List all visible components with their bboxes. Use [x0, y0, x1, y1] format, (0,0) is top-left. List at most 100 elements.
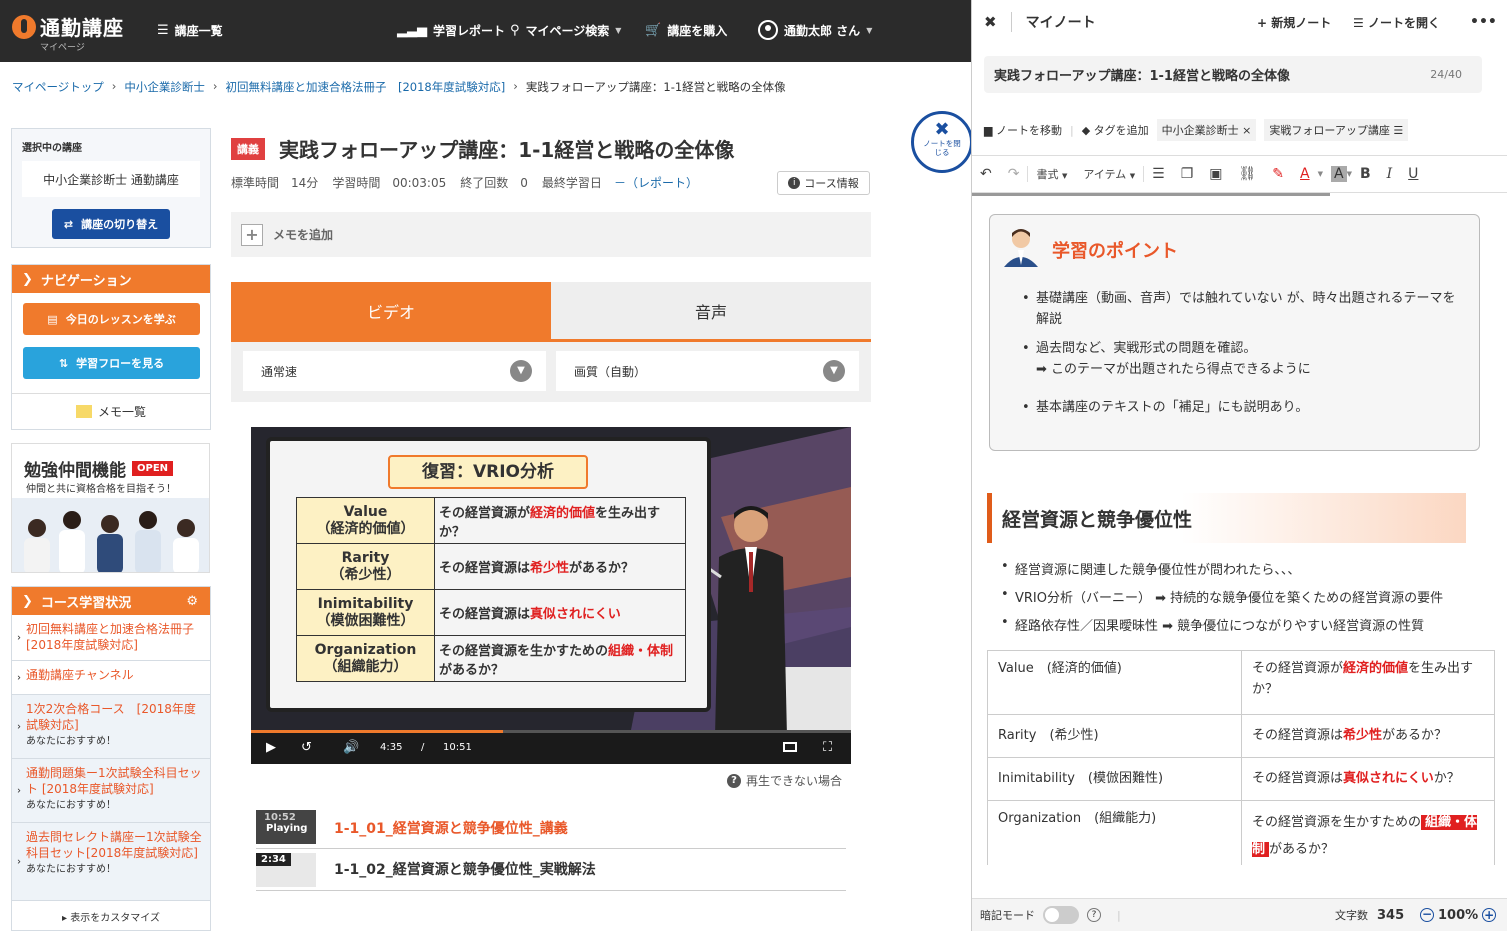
lecture-board: 復習：VRIO分析 Value （経済的価値） その経営資源が経済的価値を生み出すか…: [266, 437, 711, 712]
italic-icon[interactable]: I: [1379, 166, 1401, 182]
new-note-label: 新規ノート: [1271, 15, 1332, 30]
buy-course-link[interactable]: 🛒 講座を購入: [645, 22, 727, 39]
search-label: マイページ検索: [525, 24, 610, 38]
add-memo-bar[interactable]: + メモを追加: [231, 212, 871, 257]
tab-audio[interactable]: 音声: [551, 282, 871, 339]
chevron-circle-icon: ❯: [22, 271, 33, 287]
memorize-mode-toggle[interactable]: [1043, 906, 1079, 924]
open-note-button[interactable]: ☰ ノートを開く: [1353, 14, 1440, 31]
course-status-item[interactable]: 初回無料講座と加速合格法冊子 [2018年度試験対応]: [12, 615, 210, 661]
row-highlight: 組織・体制: [608, 643, 674, 659]
close-note-button[interactable]: ✖ ノートを閉じる: [911, 111, 973, 173]
thumbnail-duration: 10:52: [264, 812, 296, 823]
learning-point-item: 基礎講座（動画、音声）では触れていない が、時々出題されるテーマを解説: [1022, 289, 1466, 331]
row-key-jp: （経済的価値）: [316, 520, 415, 537]
theater-mode-icon[interactable]: [783, 742, 797, 752]
table-cell-key: Value (経済的価値): [987, 650, 1242, 715]
recommend-note: あなたにおすすめ！: [26, 800, 116, 812]
table-row: Organization （組織能力） その経営資源を生かすための組織・体制があるか…: [296, 635, 686, 682]
page-title: 実践フォローアップ講座：1-1経営と戦略の全体像: [279, 138, 735, 162]
add-tag-button[interactable]: ◆ タグを追加: [1082, 122, 1149, 138]
course-status-item[interactable]: 過去問セレクト講座ー1次試験全科目セット[2018年度試験対応] あなたにおすすめ…: [12, 823, 210, 901]
new-note-button[interactable]: + 新規ノート: [1257, 14, 1331, 31]
row-highlight: 経済的価値: [530, 505, 596, 521]
close-icon[interactable]: ×: [1239, 124, 1251, 137]
help-icon[interactable]: ?: [1087, 908, 1101, 922]
zoom-out-icon[interactable]: −: [1420, 908, 1434, 922]
cell-text: があるか？: [1269, 842, 1335, 858]
course-info-button[interactable]: i コース情報: [777, 171, 870, 195]
open-note-label: ノートを開く: [1367, 15, 1440, 30]
list-icon[interactable]: ☰: [1390, 124, 1403, 137]
today-lesson-button[interactable]: ▤ 今日のレッスンを学ぶ: [23, 303, 200, 335]
zoom-level: 100%: [1438, 907, 1479, 923]
study-flow-button[interactable]: ⇅ 学習フローを見る: [23, 347, 200, 379]
quality-select[interactable]: 画質（自動） ▼: [556, 351, 859, 391]
chevron-down-icon: ▼: [510, 360, 532, 382]
format-dropdown[interactable]: 書式 ▼: [1027, 166, 1075, 182]
background-color-icon[interactable]: A: [1331, 166, 1347, 182]
link-icon[interactable]: ⛓: [1231, 166, 1265, 182]
volume-icon[interactable]: 🔊: [343, 740, 359, 755]
text-color-icon[interactable]: A: [1292, 166, 1318, 182]
undo-icon[interactable]: ↶: [972, 166, 1000, 182]
course-list-link[interactable]: ☰ 講座一覧: [157, 22, 223, 39]
row-text: その経営資源を生かすための: [439, 643, 609, 659]
fullscreen-icon[interactable]: ⛶: [823, 740, 832, 755]
note-title-field[interactable]: 実践フォローアップ講座：1-1経営と戦略の全体像 24/40: [984, 56, 1482, 93]
course-status-item[interactable]: 通勤講座チャンネル: [12, 661, 210, 695]
speed-select[interactable]: 通常速 ▼: [243, 351, 546, 391]
redo-icon[interactable]: ↷: [1000, 166, 1028, 182]
cant-play-link[interactable]: ? 再生できない場合: [727, 772, 842, 789]
chevron-down-icon[interactable]: ▼: [1318, 170, 1323, 178]
highlighter-icon[interactable]: ✎: [1264, 166, 1292, 182]
gear-icon[interactable]: ⚙: [186, 594, 198, 609]
switch-course-button[interactable]: ⇄ 講座の切り替え: [52, 209, 170, 239]
last-study-value[interactable]: －（レポート）: [614, 176, 698, 190]
underline-icon[interactable]: U: [1400, 166, 1426, 182]
user-menu[interactable]: 通勤太郎 さん ▼: [758, 20, 872, 40]
breadcrumb-item[interactable]: 中小企業診断士: [124, 79, 205, 95]
report-link[interactable]: ▂▃▅ 学習レポート: [397, 22, 505, 39]
mypage-search-menu[interactable]: ⚲ マイページ検索 ▼: [510, 22, 621, 39]
memo-list-link[interactable]: メモ一覧: [12, 393, 210, 429]
section-bullet: 経路依存性／因果曖昧性 ➡ 競争優位につながりやすい経営資源の性質: [1001, 615, 1424, 634]
divider: [256, 848, 846, 849]
copy-icon[interactable]: ❐: [1173, 166, 1202, 182]
selected-course-box: 選択中の講座 中小企業診断士 通勤講座 ⇄ 講座の切り替え: [11, 128, 211, 248]
bold-icon[interactable]: B: [1352, 166, 1379, 182]
user-avatar-icon: [758, 20, 778, 40]
note-panel: ✖ マイノート + 新規ノート ☰ ノートを開く ••• 実践フォローアップ講座…: [971, 0, 1507, 931]
more-icon[interactable]: •••: [1470, 14, 1497, 30]
logo[interactable]: 通勤講座: [12, 12, 124, 41]
cell-text: か？: [1433, 770, 1460, 786]
course-status-item[interactable]: 1次2次合格コース [2018年度試験対応] あなたにおすすめ！: [12, 695, 210, 759]
item-dropdown[interactable]: アイテム ▼: [1075, 166, 1145, 182]
close-icon[interactable]: ✖: [984, 13, 997, 31]
help-icon: ?: [727, 773, 741, 788]
rewind-10-icon[interactable]: ↺: [301, 740, 312, 755]
course-status-item[interactable]: 通勤問題集ー1次試験全科目セット [2018年度試験対応] あなたにおすすめ！: [12, 759, 210, 823]
add-memo-label: メモを追加: [273, 228, 334, 242]
progress-fill: [251, 730, 503, 733]
video-player[interactable]: 復習：VRIO分析 Value （経済的価値） その経営資源が経済的価値を生み出すか…: [251, 427, 851, 764]
book-icon: ▤: [47, 312, 58, 326]
study-buddy-banner[interactable]: 勉強仲間機能 OPEN 仲間と共に資格合格を目指そう！: [11, 443, 210, 573]
play-icon[interactable]: ▶: [266, 740, 276, 755]
player-options: 通常速 ▼ 画質（自動） ▼: [231, 342, 871, 402]
tab-video[interactable]: ビデオ: [231, 282, 551, 339]
move-note-button[interactable]: ▆ ノートを移動: [984, 122, 1062, 138]
plus-icon: +: [241, 223, 263, 246]
tag-chip[interactable]: 中小企業診断士 ×: [1156, 119, 1257, 141]
note-panel-title: マイノート: [1010, 12, 1096, 32]
customize-link[interactable]: ▸ 表示をカスタマイズ: [12, 901, 210, 924]
list-format-icon[interactable]: ☰: [1144, 166, 1173, 182]
cell-highlight: 真似されにくい: [1343, 770, 1434, 786]
breadcrumb-item[interactable]: マイページトップ: [12, 79, 104, 95]
breadcrumb-item[interactable]: 初回無料講座と加速合格法冊子 [2018年度試験対応]: [226, 79, 506, 95]
paste-icon[interactable]: ▣: [1201, 166, 1230, 182]
cell-highlight: 希少性: [1343, 727, 1383, 743]
zoom-in-icon[interactable]: +: [1482, 908, 1497, 922]
table-cell-key: Rarity (希少性): [987, 714, 1242, 758]
tag-chip[interactable]: 実戦フォローアップ講座 ☰: [1264, 119, 1409, 141]
